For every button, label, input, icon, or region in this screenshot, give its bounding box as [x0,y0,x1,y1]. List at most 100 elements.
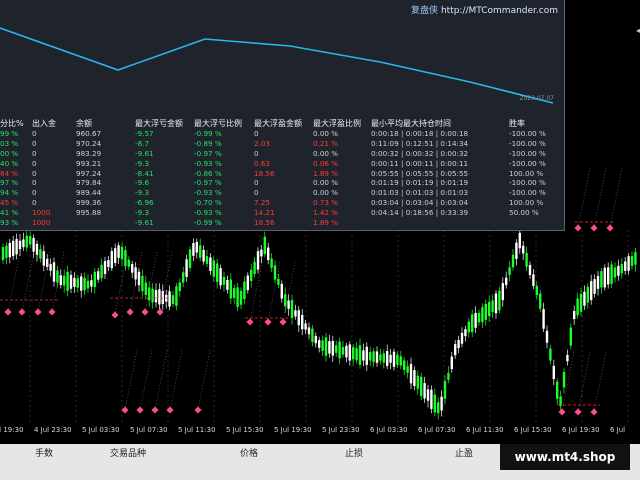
candle-body [532,274,535,286]
candle-body [501,283,504,301]
terminal-column-header[interactable]: 价格 [240,446,258,459]
candle-body [202,249,205,262]
candle-body [477,312,481,323]
stats-cell-balance: 989.44 [76,188,102,198]
candle-body [525,252,528,267]
candle-body [161,291,164,305]
stats-cell-hold: 0:04:14 | 0:18:56 | 0:33:39 [371,207,469,217]
candle-body [603,267,606,288]
candle-body [69,274,73,289]
candle-body [413,370,416,386]
stats-cell-balance: 999.36 [76,197,102,207]
candle-body [369,352,372,361]
candle-body [185,259,188,277]
candle-body [243,281,246,300]
stats-cell-win: -100.00 % [509,139,546,149]
candle-body [93,271,96,288]
equity-line [0,27,554,104]
equity-curve [0,27,554,104]
terminal-column-header[interactable]: 手数 [35,446,53,459]
candle-body [450,356,453,370]
candle-body [508,267,511,276]
candle-body [511,254,515,268]
candle-body [199,245,202,258]
stats-row: 94 % 0 989.44 -9.3 -0.93 % 0 0.00 % 0:01:03 | 0… [0,188,549,198]
stats-cell-max-loss: -9.3 [135,207,150,217]
stats-cell-pct: 00 % [0,148,19,158]
stats-cell-max-gain: 2.03 [254,139,271,149]
candle-body [290,300,294,318]
candle-body [447,373,450,380]
candle-body [389,354,392,363]
candle-body [141,275,144,292]
stats-cell-hold: 0:00:11 | 0:00:11 | 0:00:11 [371,158,469,168]
candle-body [620,263,623,274]
candle-body [549,348,552,361]
stats-cell-win: 100.00 % [509,197,544,207]
candle-body [426,389,430,401]
terminal-column-header[interactable]: 交易品种 [110,446,146,459]
stats-cell-balance: 997.24 [76,168,102,178]
candle-body [416,375,419,389]
stats-cell-hold: 0:01:03 | 0:01:03 | 0:01:03 [371,188,469,198]
candle-body [613,267,617,278]
stats-cell-max-loss_pct: -0.99 % [194,129,222,139]
terminal-column-header[interactable]: 止损 [345,446,363,459]
candle-body [246,275,249,291]
candle-body [610,264,613,284]
candle-body [440,396,443,411]
stats-cell-io: 0 [32,158,37,168]
stats-cell-pct: 40 % [0,158,19,168]
candle-body [29,236,32,245]
candle-body [457,339,460,349]
candle-body [566,354,569,362]
stats-row: 40 % 0 993.21 -9.3 -0.93 % 0.63 0.06 % 0:00:11 … [0,158,549,168]
candle-body [107,260,110,267]
trade-stats-panel: 复盘侠 http://MTCommander.com 2023.07.07 分比… [0,0,565,231]
candle-body [528,264,532,276]
time-axis-label: 6 Jul 19:30 [562,426,600,434]
stats-cell-max-gain_pct: 0.00 % [313,129,339,139]
stats-cell-max-loss: -9.3 [135,158,150,168]
candle-body [103,261,107,274]
stats-cell-io: 1000 [32,207,51,217]
stats-cell-balance: 970.24 [76,139,102,149]
stats-cell-max-gain_pct: 0.21 % [313,139,339,149]
panel-arrow-icon[interactable]: ◂ [636,26,640,36]
stats-cell-max-gain_pct: 1.89 % [313,217,339,227]
candle-body [39,249,42,259]
stats-cell-max-gain_pct: 0.00 % [313,178,339,188]
time-axis-label: 5 Jul 07:30 [130,426,168,434]
terminal-column-header[interactable]: 止盈 [455,446,473,459]
stats-cell-pct: 94 % [0,188,19,198]
stats-cell-io: 0 [32,148,37,158]
time-axis-label: 6 Jul 07:30 [418,426,456,434]
stats-cell-win: -100.00 % [509,178,546,188]
candle-body [239,290,243,305]
stats-cell-win: 100.00 % [509,168,544,178]
candle-body [491,300,494,312]
stats-cell-hold [371,217,509,227]
stats-cell-io: 0 [32,168,37,178]
stats-cell-max-loss_pct: -0.97 % [194,178,222,188]
time-axis-label: 5 Jul 23:30 [322,426,360,434]
candle-body [420,376,423,397]
stats-cell-win: -100.00 % [509,188,546,198]
candle-body [171,295,175,305]
candle-body [100,264,103,279]
candle-body [505,277,508,286]
stats-cell-pct: 03 % [0,139,19,149]
candle-body [134,267,137,280]
stats-row: 03 % 0 970.24 -8.7 -0.89 % 2.03 0.21 % 0:11:09 … [0,139,549,149]
time-axis-label: 5 Jul 15:30 [226,426,264,434]
stats-cell-max-gain_pct: 1.89 % [313,168,339,178]
candle-body [277,278,280,285]
candle-body [120,246,124,260]
stats-cell-max-gain_pct: 0.06 % [313,158,339,168]
candle-body [256,251,260,270]
candle-body [318,340,321,348]
stats-cell-hold: 0:11:09 | 0:12:51 | 0:14:34 [371,139,469,149]
candle-body [556,381,559,399]
candle-body [151,288,154,303]
candle-body [80,276,83,291]
